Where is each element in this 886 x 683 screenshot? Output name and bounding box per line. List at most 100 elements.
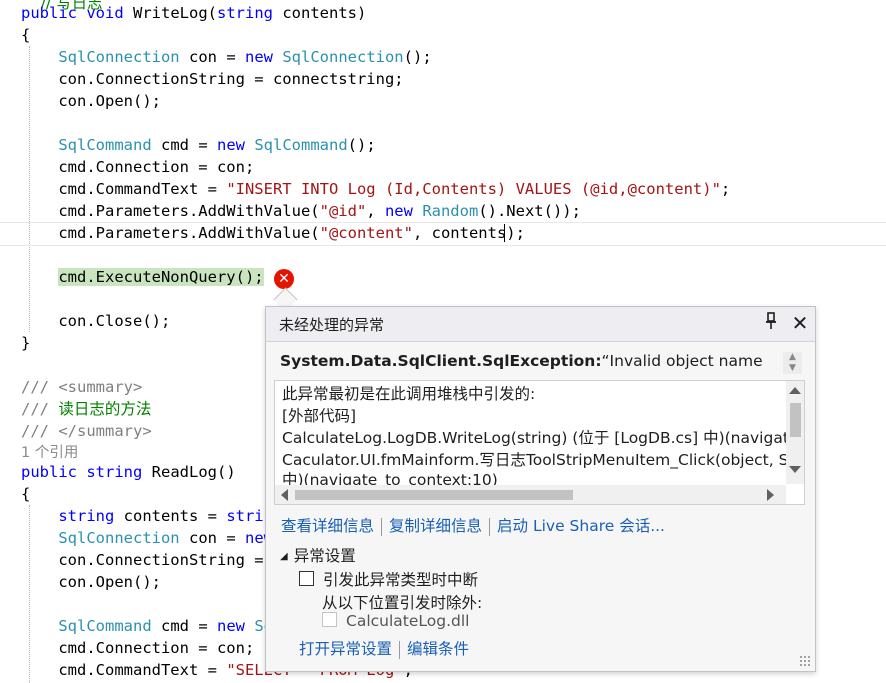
- code-token: cmd =: [151, 617, 217, 635]
- code-line: cmd.ExecuteNonQuery();: [21, 266, 264, 288]
- detail-vertical-scrollbar[interactable]: [786, 381, 804, 484]
- code-token: new: [216, 617, 245, 635]
- edit-conditions-link[interactable]: 编辑条件: [407, 640, 469, 658]
- scroll-up-icon[interactable]: [789, 387, 801, 394]
- code-token: ,: [366, 202, 385, 220]
- text-caret: [504, 224, 505, 242]
- code-token: }: [21, 334, 31, 352]
- divider: [399, 640, 401, 659]
- code-token: {: [21, 26, 31, 44]
- code-token: cmd.Connection = con;: [21, 158, 255, 176]
- popup-titlebar: 未经处理的异常 ✕: [266, 307, 815, 342]
- collapse-triangle-icon[interactable]: ◢: [280, 551, 288, 562]
- code-token: new: [384, 202, 413, 220]
- scroll-left-icon[interactable]: [281, 489, 288, 501]
- code-line: 1 个引用: [21, 441, 78, 463]
- code-line: con.Open();: [21, 571, 161, 593]
- message-scrollbar[interactable]: ▲ ▼: [783, 352, 802, 374]
- divider: [381, 517, 383, 536]
- code-line: SqlCommand cmd = new SqlCommand();: [21, 134, 375, 156]
- code-line: {: [21, 483, 30, 505]
- code-token: public: [21, 4, 77, 22]
- module-checkbox: [322, 612, 337, 627]
- module-option: CalculateLog.dll: [322, 612, 469, 630]
- code-token: /// <summary>: [21, 378, 143, 396]
- scroll-down-icon[interactable]: ▼: [783, 363, 802, 374]
- code-line: /// </summary>: [21, 420, 152, 442]
- scroll-thumb[interactable]: [790, 403, 801, 437]
- copy-details-link[interactable]: 复制详细信息: [389, 517, 482, 535]
- detail-line[interactable]: CalculateLog.LogDB.WriteLog(string) (位于 …: [282, 427, 804, 449]
- code-token: "@id": [319, 202, 367, 220]
- break-when-thrown-label: 引发此异常类型时中断: [323, 571, 479, 589]
- except-when-label: 从以下位置引发时除外:: [322, 594, 483, 612]
- code-token: cmd =: [151, 136, 217, 154]
- code-line: }: [21, 332, 30, 354]
- scroll-thumb[interactable]: [295, 490, 573, 500]
- code-token: ;: [720, 180, 731, 198]
- code-token: ();: [403, 48, 432, 66]
- code-token: cmd.CommandText =: [21, 661, 227, 679]
- close-icon[interactable]: ✕: [789, 311, 811, 335]
- code-token: ///: [21, 400, 59, 418]
- code-token: SqlConnection: [58, 529, 180, 547]
- code-token: SqlCommand: [254, 136, 348, 154]
- exception-detail-box[interactable]: 此异常最初是在此调用堆栈中引发的: [外部代码] CalculateLog.Lo…: [274, 380, 805, 505]
- detail-horizontal-scrollbar[interactable]: [275, 485, 786, 504]
- code-token: void: [86, 4, 124, 22]
- code-line: cmd.Parameters.AddWithValue("@content", …: [21, 222, 525, 244]
- code-token: 读日志的方法: [58, 400, 152, 418]
- error-circle-icon[interactable]: ✕: [274, 269, 294, 289]
- code-line: public void WriteLog(string contents): [21, 2, 366, 24]
- code-token: con =: [179, 529, 245, 547]
- view-details-link[interactable]: 查看详细信息: [281, 517, 374, 535]
- code-token: 1 个引用: [21, 445, 79, 461]
- popup-title: 未经处理的异常: [279, 316, 385, 334]
- code-line: con.ConnectionString = connectstring;: [21, 68, 404, 90]
- code-token: , contents);: [412, 224, 525, 242]
- break-when-thrown-checkbox[interactable]: [299, 571, 314, 586]
- code-token: con =: [179, 48, 245, 66]
- code-line: SqlConnection con = new SqlConnection();: [21, 46, 432, 68]
- code-token: string: [86, 463, 143, 481]
- code-token: con.ConnectionString = connectstring;: [21, 70, 404, 88]
- resize-grip-icon[interactable]: [799, 655, 811, 667]
- code-token: {: [21, 485, 31, 503]
- code-token: public: [21, 463, 77, 481]
- code-token: con.Close();: [21, 312, 171, 330]
- detail-line[interactable]: Caculator.UI.fmMainform.写日志ToolStripMenu…: [282, 449, 804, 471]
- code-token: string: [58, 507, 115, 525]
- scroll-up-icon[interactable]: ▲: [783, 352, 802, 363]
- code-token: SqlCommand: [58, 136, 152, 154]
- detail-line: 此异常最初是在此调用堆栈中引发的:: [282, 385, 536, 403]
- code-token: string: [217, 4, 273, 22]
- code-line: cmd.Connection = con;: [21, 156, 254, 178]
- exception-settings-header[interactable]: ◢ 异常设置: [280, 544, 356, 566]
- code-line: {: [21, 24, 30, 46]
- live-share-link[interactable]: 启动 Live Share 会话...: [497, 517, 665, 535]
- scroll-right-icon[interactable]: [767, 489, 774, 501]
- pin-icon-graphic: [766, 312, 776, 329]
- code-token: cmd.Parameters.AddWithValue(: [21, 224, 320, 242]
- pin-icon[interactable]: [763, 312, 779, 334]
- scroll-down-icon[interactable]: [789, 466, 801, 473]
- code-line: /// 读日志的方法: [21, 398, 151, 420]
- code-token: SqlConnection: [58, 48, 180, 66]
- code-token: cmd.CommandText =: [21, 180, 227, 198]
- code-line: /// <summary>: [21, 376, 142, 398]
- exception-title[interactable]: System.Data.SqlClient.SqlException:“Inva…: [280, 352, 776, 370]
- open-exception-settings-link[interactable]: 打开异常设置: [299, 640, 392, 658]
- break-when-thrown-option[interactable]: 引发此异常类型时中断: [299, 568, 478, 590]
- code-token: cmd.ExecuteNonQuery();: [58, 268, 264, 286]
- code-token: Random: [422, 202, 479, 220]
- module-label: CalculateLog.dll: [346, 612, 470, 630]
- code-token: /// </summary>: [21, 422, 152, 440]
- code-token: contents): [273, 4, 367, 22]
- exception-settings-label: 异常设置: [293, 547, 356, 565]
- code-token: new: [216, 136, 245, 154]
